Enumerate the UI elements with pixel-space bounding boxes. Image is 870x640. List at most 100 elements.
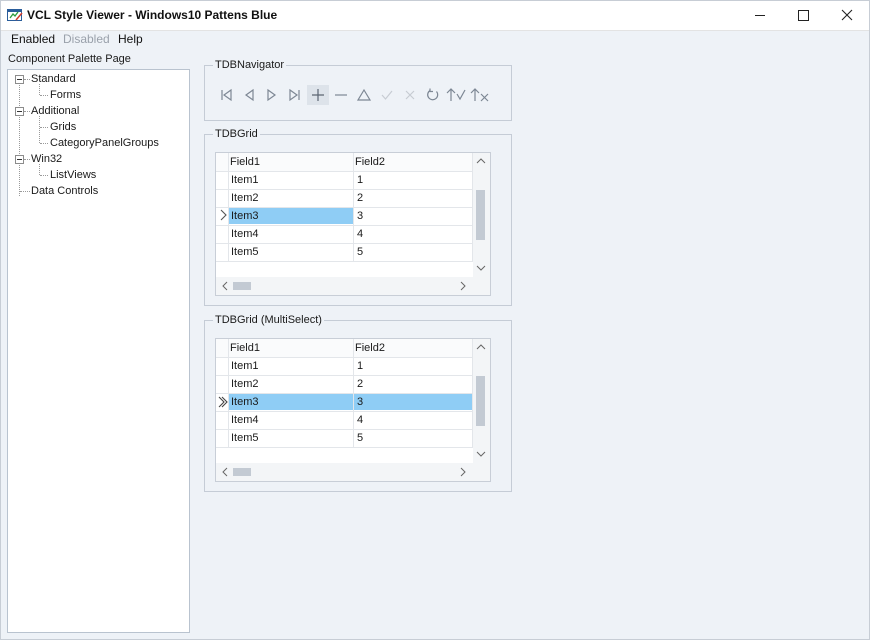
scroll-up-icon[interactable] [475,156,487,169]
column-header-field1[interactable]: Field1 [230,342,260,354]
tree-item-grids[interactable]: Grids [50,121,76,133]
maximize-icon [797,9,809,21]
grid-cell[interactable]: Item4 [231,414,259,426]
cancel-icon [405,90,415,100]
maximize-button[interactable] [780,0,826,30]
grid-cell[interactable]: 1 [357,360,363,372]
component-palette-label: Component Palette Page [8,53,131,65]
grid-line [216,393,473,394]
menu-disabled[interactable]: Disabled [63,32,110,46]
nav-cancel-button[interactable] [399,85,421,105]
grid-cell[interactable]: 5 [357,432,363,444]
nav-last-button[interactable] [284,85,306,105]
grid-cell[interactable]: 3 [357,210,363,222]
grid-cell[interactable]: Item2 [231,192,259,204]
tree-connector [24,79,30,80]
column-header-field1[interactable]: Field1 [230,156,260,168]
column-header-field2[interactable]: Field2 [355,342,385,354]
tree-connector [40,143,48,144]
edit-icon [356,88,372,101]
grid-cell[interactable]: 4 [357,414,363,426]
close-icon [841,9,853,21]
tree-connector [40,95,48,96]
tree-item-standard[interactable]: Standard [31,73,76,85]
grid-cell[interactable]: Item5 [231,246,259,258]
grid-cell[interactable]: 5 [357,246,363,258]
multiselect-grid-group-title: TDBGrid (MultiSelect) [213,314,324,326]
collapse-icon[interactable] [15,107,24,116]
grid-line [216,411,473,412]
scroll-up-icon[interactable] [475,342,487,355]
scroll-right-icon[interactable] [458,281,468,294]
nav-edit-button[interactable] [353,85,375,105]
menu-enabled[interactable]: Enabled [11,32,55,46]
grid-line [216,375,473,376]
last-icon [289,88,300,102]
grid-cell[interactable]: Item2 [231,378,259,390]
grid-cell[interactable]: Item4 [231,228,259,240]
scroll-down-icon[interactable] [475,449,487,462]
grid-cell[interactable]: Item5 [231,432,259,444]
grid-line [216,225,473,226]
grid-cell-selected[interactable]: Item3 [231,396,259,408]
grid-cell[interactable]: Item1 [231,174,259,186]
navigator-group-title: TDBNavigator [213,59,287,71]
grid-cell[interactable]: 4 [357,228,363,240]
scroll-left-icon[interactable] [220,281,230,294]
scroll-down-icon[interactable] [475,263,487,276]
grid-cell-selected[interactable]: Item3 [231,210,259,222]
nav-delete-button[interactable] [330,85,352,105]
grid-line [216,243,473,244]
nav-apply-updates-button[interactable] [445,85,467,105]
multiselect-indicator-icon [217,395,229,412]
minimize-button[interactable] [737,0,783,30]
collapse-icon[interactable] [15,155,24,164]
nav-next-button[interactable] [261,85,283,105]
tree-item-additional[interactable]: Additional [31,105,79,117]
prior-icon [244,88,254,102]
tree-item-data-controls[interactable]: Data Controls [31,185,98,197]
tree-item-categorypanelgroups[interactable]: CategoryPanelGroups [50,137,159,149]
tree-connector [39,164,40,175]
horizontal-scrollbar[interactable] [216,277,490,295]
refresh-icon [427,88,439,101]
grid-cell[interactable]: Item1 [231,360,259,372]
scroll-right-icon[interactable] [458,467,468,480]
scroll-thumb[interactable] [233,282,251,290]
scroll-left-icon[interactable] [220,467,230,480]
scroll-thumb[interactable] [233,468,251,476]
minimize-icon [755,14,765,16]
app-icon [7,8,23,22]
nav-cancel-updates-button[interactable] [469,85,491,105]
grid-line [216,429,473,430]
tree-connector [40,175,48,176]
grid-cell[interactable]: 2 [357,378,363,390]
menu-help[interactable]: Help [118,32,143,46]
grid-cell[interactable]: 1 [357,174,363,186]
grid-line [216,171,473,172]
tree-connector [20,191,30,192]
tree-item-listviews[interactable]: ListViews [50,169,96,181]
post-icon [381,90,393,100]
grid-cell-selected[interactable]: 3 [357,396,363,408]
tree-connector [40,127,48,128]
nav-insert-button[interactable] [307,85,329,105]
grid-selected-row [229,393,472,410]
tree-item-win32[interactable]: Win32 [31,153,62,165]
window-title: VCL Style Viewer - Windows10 Pattens Blu… [27,8,278,22]
nav-first-button[interactable] [215,85,237,105]
grid-line [216,189,473,190]
column-header-field2[interactable]: Field2 [355,156,385,168]
nav-post-button[interactable] [376,85,398,105]
scroll-thumb[interactable] [476,190,485,240]
grid-cell[interactable]: 2 [357,192,363,204]
horizontal-scrollbar[interactable] [216,463,490,481]
scroll-thumb[interactable] [476,376,485,426]
nav-prior-button[interactable] [238,85,260,105]
grid-line [216,447,473,448]
tree-connector [19,83,20,196]
close-button[interactable] [824,0,870,30]
collapse-icon[interactable] [15,75,24,84]
tree-item-forms[interactable]: Forms [50,89,81,101]
nav-refresh-button[interactable] [422,85,444,105]
